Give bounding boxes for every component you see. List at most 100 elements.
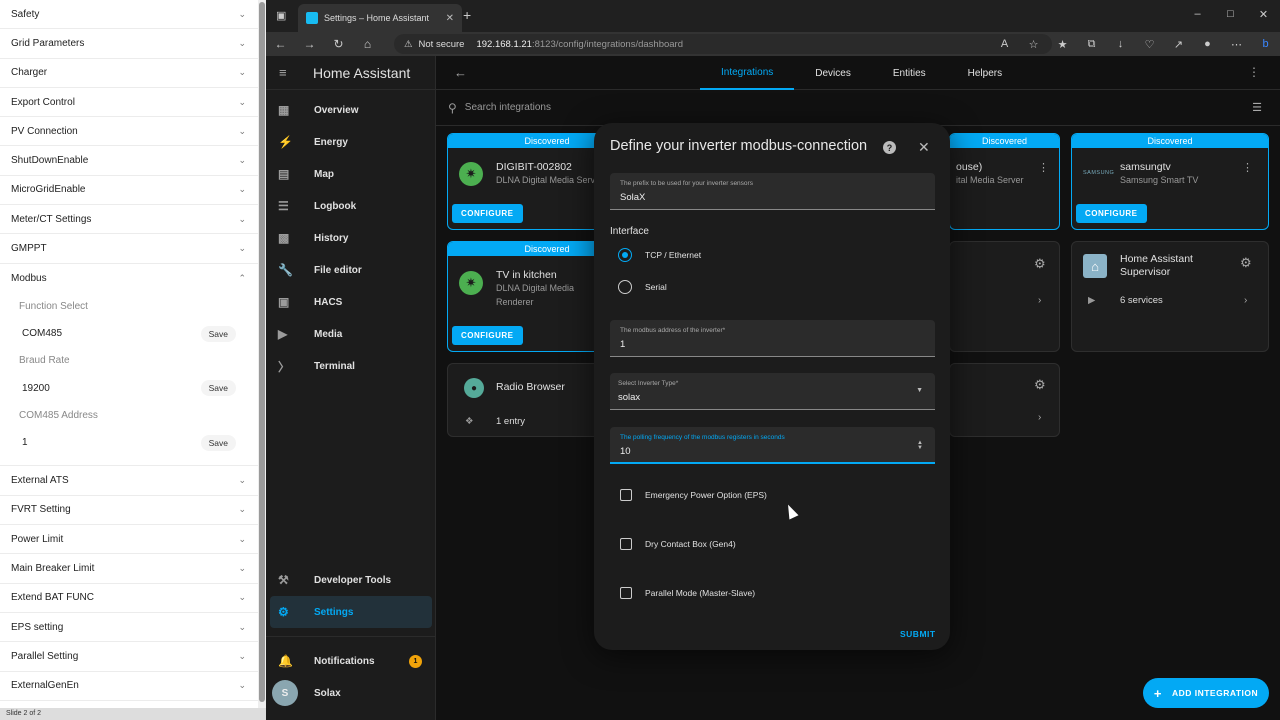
chevron-right-icon[interactable]: ›	[1038, 295, 1041, 306]
collections-icon[interactable]: ⧉	[1077, 38, 1106, 51]
settings-item-modbus[interactable]: Modbus ⌃	[0, 264, 258, 293]
close-tab-icon[interactable]: ✕	[446, 13, 454, 24]
sidebar-item-energy[interactable]: ⚡ Energy	[266, 126, 435, 158]
function-select-value[interactable]: COM485	[22, 328, 62, 339]
minimize-icon[interactable]: –	[1181, 0, 1214, 28]
browser-tab[interactable]: Settings – Home Assistant ✕	[298, 4, 462, 32]
checkbox-parallel-mode[interactable]	[620, 587, 632, 599]
settings-item-fvrt[interactable]: FVRT Setting ⌄	[0, 496, 258, 526]
read-aloud-icon[interactable]: A	[990, 38, 1019, 50]
save-button[interactable]: Save	[200, 325, 236, 342]
chevron-right-icon[interactable]: ›	[1244, 295, 1247, 306]
close-window-icon[interactable]: ✕	[1247, 0, 1280, 28]
download-icon[interactable]: ↓	[1106, 38, 1135, 50]
settings-item-extend-bat[interactable]: Extend BAT FUNC ⌄	[0, 584, 258, 613]
settings-item-shutdownenable[interactable]: ShutDownEnable ⌄	[0, 146, 258, 176]
favorite-star-icon[interactable]: ☆	[1019, 38, 1048, 51]
filter-icon[interactable]: ☰	[1252, 101, 1262, 114]
settings-item-meter-ct[interactable]: Meter/CT Settings ⌄	[0, 205, 258, 235]
menu-icon[interactable]: ≡	[279, 65, 313, 80]
sidebar-item-logbook[interactable]: ☰ Logbook	[266, 190, 435, 222]
sidebar-item-settings[interactable]: ⚙ Settings	[270, 596, 432, 628]
modbus-address-input[interactable]: 1	[620, 339, 625, 350]
sidebar-item-map[interactable]: ▤ Map	[266, 158, 435, 190]
settings-item-gmppt[interactable]: GMPPT ⌄	[0, 234, 258, 264]
scrollbar-thumb[interactable]	[259, 2, 265, 702]
sidebar-item-developer-tools[interactable]: ⚒ Developer Tools	[266, 564, 436, 596]
forward-icon[interactable]: →	[295, 37, 324, 51]
share-icon[interactable]: ↗	[1164, 38, 1193, 51]
back-arrow-icon[interactable]: ←	[454, 65, 467, 80]
checkbox-dry-contact[interactable]	[620, 538, 632, 550]
submit-button[interactable]: SUBMIT	[900, 629, 936, 639]
number-spinner-icon[interactable]: ▲ ▼	[917, 440, 923, 451]
search-input[interactable]: Search integrations	[465, 102, 551, 113]
tab-integrations[interactable]: Integrations	[700, 56, 795, 90]
settings-item-power-limit[interactable]: Power Limit ⌄	[0, 525, 258, 555]
refresh-icon[interactable]: ↻	[324, 37, 353, 51]
configure-button[interactable]: CONFIGURE	[452, 204, 523, 223]
settings-item-microgridenable[interactable]: MicroGridEnable ⌄	[0, 176, 258, 206]
sidebar-item-hacs[interactable]: ▣ HACS	[266, 286, 435, 318]
settings-item-eps[interactable]: EPS setting ⌄	[0, 613, 258, 643]
bing-icon[interactable]: b	[1251, 38, 1280, 50]
radio-tcp-ethernet[interactable]	[618, 248, 632, 262]
services-link[interactable]: 6 services	[1120, 295, 1163, 306]
url-field[interactable]: ⚠ Not secure 192.168.1.21:8123/config/in…	[394, 34, 1052, 54]
card-menu-icon[interactable]: ⋮	[1038, 161, 1049, 174]
settings-item-parallel[interactable]: Parallel Setting ⌄	[0, 642, 258, 672]
card-menu-icon[interactable]: ⋮	[1242, 161, 1253, 174]
prefix-input[interactable]: SolaX	[620, 192, 645, 203]
settings-item-safety[interactable]: Safety ⌄	[0, 0, 258, 30]
profile-icon[interactable]: ●	[1193, 38, 1222, 50]
sidebar-item-media[interactable]: ▶ Media	[266, 318, 435, 350]
maximize-icon[interactable]: □	[1214, 0, 1247, 28]
settings-item-grid-parameters[interactable]: Grid Parameters ⌄	[0, 29, 258, 59]
polling-frequency-input[interactable]: 10	[620, 446, 631, 457]
add-integration-button[interactable]: + ADD INTEGRATION	[1143, 678, 1269, 708]
save-button[interactable]: Save	[200, 380, 236, 397]
help-icon[interactable]: ?	[883, 141, 896, 154]
favorites-icon[interactable]: ★	[1048, 38, 1077, 51]
modbus-address-field[interactable]: The modbus address of the inverter* 1	[610, 320, 935, 357]
configure-button[interactable]: CONFIGURE	[452, 326, 523, 345]
configure-button[interactable]: CONFIGURE	[1076, 204, 1147, 223]
sidebar-item-terminal[interactable]: 〉 Terminal	[266, 350, 435, 382]
sidebar-item-file-editor[interactable]: 🔧 File editor	[266, 254, 435, 286]
more-icon[interactable]: ⋯	[1222, 38, 1251, 51]
tab-actions-icon[interactable]: ▣	[276, 9, 286, 22]
settings-item-charger[interactable]: Charger ⌄	[0, 59, 258, 88]
sidebar-item-history[interactable]: ▩ History	[266, 222, 435, 254]
settings-item-main-breaker[interactable]: Main Breaker Limit ⌄	[0, 554, 258, 584]
chevron-right-icon[interactable]: ›	[1038, 412, 1041, 423]
com485-address-value[interactable]: 1	[22, 437, 28, 448]
sidebar-item-notifications[interactable]: 🔔 Notifications 1	[266, 645, 436, 677]
checkbox-eps[interactable]	[620, 489, 632, 501]
gear-icon[interactable]: ⚙	[1240, 255, 1252, 271]
braud-rate-value[interactable]: 19200	[22, 383, 50, 394]
entries-link[interactable]: 1 entry	[496, 416, 525, 427]
new-tab-icon[interactable]: +	[463, 7, 471, 23]
home-icon[interactable]: ⌂	[353, 37, 382, 51]
search-bar[interactable]: ⚲ Search integrations ☰	[436, 90, 1280, 126]
extensions-icon[interactable]: ♡	[1135, 38, 1164, 51]
save-button[interactable]: Save	[200, 434, 236, 451]
overflow-menu-icon[interactable]: ⋮	[1248, 65, 1260, 79]
settings-item-pv-connection[interactable]: PV Connection ⌄	[0, 117, 258, 147]
settings-item-external-ats[interactable]: External ATS ⌄	[0, 466, 258, 496]
sidebar-item-overview[interactable]: ▦ Overview	[266, 94, 435, 126]
tab-helpers[interactable]: Helpers	[947, 56, 1023, 90]
settings-item-export-control[interactable]: Export Control ⌄	[0, 88, 258, 118]
sidebar-item-user[interactable]: S Solax	[266, 677, 436, 709]
radio-serial[interactable]	[618, 280, 632, 294]
settings-item-externalgenen[interactable]: ExternalGenEn ⌄	[0, 672, 258, 701]
tab-entities[interactable]: Entities	[872, 56, 947, 90]
gear-icon[interactable]: ⚙	[1034, 256, 1046, 272]
polling-frequency-field[interactable]: The polling frequency of the modbus regi…	[610, 427, 935, 464]
gear-icon[interactable]: ⚙	[1034, 377, 1046, 393]
prefix-field[interactable]: The prefix to be used for your inverter …	[610, 173, 935, 210]
left-panel-scrollbar[interactable]	[258, 0, 266, 710]
close-icon[interactable]: ✕	[918, 139, 930, 156]
back-icon[interactable]: ←	[266, 37, 295, 51]
inverter-type-select[interactable]: Select Inverter Type* solax ▼	[610, 373, 935, 410]
